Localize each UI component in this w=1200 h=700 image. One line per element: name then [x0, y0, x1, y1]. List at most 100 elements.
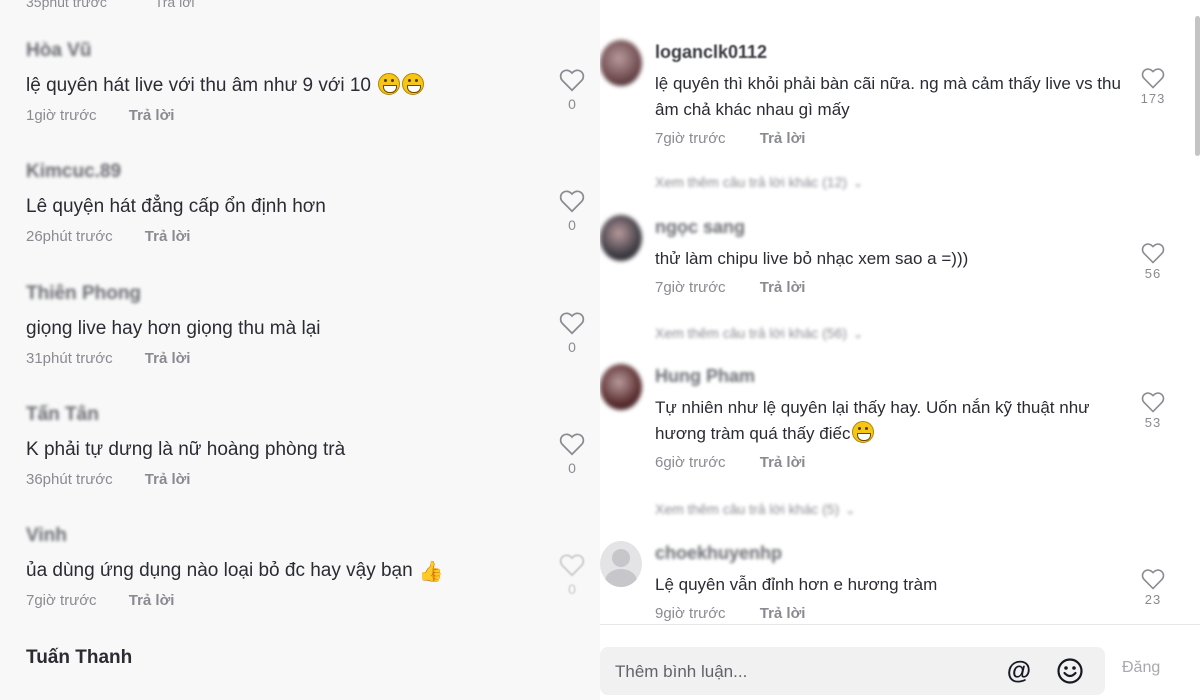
- like-count: 0: [568, 339, 576, 355]
- like-count: 173: [1140, 91, 1166, 106]
- heart-icon: [559, 190, 585, 213]
- comment-item: Hòa Vũ lệ quyên hát live với thu âm như …: [26, 38, 586, 126]
- comment-time: 7giờ trước: [655, 130, 726, 147]
- at-sign-icon[interactable]: @: [1005, 657, 1033, 685]
- chevron-down-icon: ⌄: [853, 176, 864, 190]
- reply-button[interactable]: Trả lời: [129, 592, 175, 609]
- view-more-replies-button[interactable]: Xem thêm câu trả lời khác (5) ⌄: [655, 501, 855, 517]
- like-button[interactable]: 23: [1138, 568, 1168, 607]
- comment-meta: 31phút trước Trả lời: [26, 349, 586, 369]
- comment-username[interactable]: Vinh: [26, 523, 586, 549]
- comment-text: thử làm chipu live bỏ nhạc xem sao a =))…: [655, 249, 969, 268]
- like-count: 0: [568, 460, 576, 476]
- like-button[interactable]: 56: [1138, 242, 1168, 281]
- heart-icon: [559, 554, 585, 577]
- comment-username[interactable]: Kimcuc.89: [26, 159, 586, 185]
- comment-text: giọng live hay hơn giọng thu mà lại: [26, 318, 321, 339]
- comment-body: loganclk0112 lệ quyên thì khỏi phải bàn …: [655, 40, 1125, 149]
- comment-body: choekhuyenhp Lệ quyên vẫn đỉnh hơn e hươ…: [655, 541, 1125, 624]
- post-button[interactable]: Đăng: [1122, 659, 1160, 677]
- avatar[interactable]: [600, 215, 642, 261]
- reply-button[interactable]: Trả lời: [155, 0, 195, 10]
- like-count: 23: [1144, 592, 1162, 607]
- like-count: 56: [1144, 266, 1162, 281]
- thumbs-up-emoji-icon: 👍: [418, 561, 444, 583]
- heart-icon: [559, 69, 585, 92]
- reply-button[interactable]: Trả lời: [129, 107, 175, 124]
- comment-meta: 9giờ trước Trả lời: [655, 604, 1125, 624]
- comment-meta: 7giờ trước Trả lời: [655, 129, 1125, 149]
- comment-item: Tuấn Thanh: [26, 645, 586, 671]
- comment-time: 31phút trước: [26, 350, 113, 367]
- chevron-down-icon: ⌄: [845, 503, 856, 517]
- comment-body: ngọc sang thử làm chipu live bỏ nhạc xem…: [655, 215, 1125, 298]
- flushed-face-emoji-icon: [852, 421, 875, 443]
- comment-text: lệ quyên hát live với thu âm như 9 với 1…: [26, 73, 586, 99]
- heart-icon: [559, 312, 585, 335]
- grinning-face-emoji-icon: [378, 73, 401, 95]
- comment-username[interactable]: choekhuyenhp: [655, 541, 1125, 565]
- comment-item: Tấn Tân K phải tự dưng là nữ hoàng phòng…: [26, 402, 586, 490]
- comment-username[interactable]: Hòa Vũ: [26, 38, 586, 64]
- comment-username[interactable]: Tuấn Thanh: [26, 645, 586, 671]
- comment-text: lệ quyên thì khỏi phải bàn cãi nữa. ng m…: [655, 74, 1121, 119]
- comment-time: 26phút trước: [26, 228, 113, 245]
- avatar[interactable]: [600, 541, 642, 587]
- comment-meta: 26phút trước Trả lời: [26, 227, 586, 247]
- scrollbar-thumb[interactable]: [1195, 16, 1200, 156]
- comment-meta: 36phút trước Trả lời: [26, 470, 586, 490]
- comment-input[interactable]: [615, 659, 995, 685]
- comment-meta: 7giờ trước Trả lời: [26, 591, 586, 611]
- smiley-icon[interactable]: [1056, 657, 1084, 685]
- comment-username[interactable]: loganclk0112: [655, 40, 1125, 64]
- comment-meta: 6giờ trước Trả lời: [655, 453, 1125, 473]
- like-button[interactable]: 173: [1138, 67, 1168, 106]
- chevron-down-icon: ⌄: [853, 327, 864, 341]
- avatar[interactable]: [600, 364, 642, 410]
- comment-text: ủa dùng ứng dụng nào loại bỏ đc hay vậy …: [26, 560, 444, 583]
- like-count: 53: [1144, 415, 1162, 430]
- reply-button[interactable]: Trả lời: [760, 279, 806, 296]
- comment-text: K phải tự dưng là nữ hoàng phòng trà: [26, 439, 346, 460]
- comment-meta: 7giờ trước Trả lời: [655, 278, 1125, 298]
- heart-icon: [1141, 392, 1165, 413]
- comment-text: Lệ quyên vẫn đỉnh hơn e hương tràm: [655, 575, 938, 594]
- reply-button[interactable]: Trả lời: [760, 454, 806, 471]
- right-comment-panel: loganclk0112 lệ quyên thì khỏi phải bàn …: [600, 0, 1200, 700]
- reply-button[interactable]: Trả lời: [145, 471, 191, 488]
- comment-username[interactable]: Hung Pham: [655, 364, 1125, 388]
- view-more-replies-button[interactable]: Xem thêm câu trả lời khác (56) ⌄: [655, 325, 863, 341]
- comment-meta: 1giờ trước Trả lời: [26, 106, 586, 126]
- comment-text: Lê quyện hát đẳng cấp ổn định hơn: [26, 196, 326, 217]
- comment-time: 1giờ trước: [26, 107, 97, 124]
- like-button[interactable]: 0: [558, 189, 586, 233]
- reply-button[interactable]: Trả lời: [760, 130, 806, 147]
- view-more-replies-button[interactable]: Xem thêm câu trả lời khác (12) ⌄: [655, 174, 863, 190]
- like-count: 0: [568, 217, 576, 233]
- like-button[interactable]: 0: [558, 311, 586, 355]
- like-count: 0: [568, 96, 576, 112]
- reply-button[interactable]: Trả lời: [145, 350, 191, 367]
- comment-input-container: @: [600, 647, 1105, 695]
- like-button[interactable]: 0: [558, 68, 586, 112]
- comment-body: Hung Pham Tự nhiên như lệ quyên lại thấy…: [655, 364, 1125, 473]
- comment-time: 35phút trước: [26, 0, 107, 10]
- comment-username[interactable]: Thiên Phong: [26, 281, 586, 307]
- comment-username[interactable]: ngọc sang: [655, 215, 1125, 239]
- comment-time: 6giờ trước: [655, 454, 726, 471]
- comment-time: 36phút trước: [26, 471, 113, 488]
- reply-button[interactable]: Trả lời: [760, 605, 806, 622]
- comment-time: 9giờ trước: [655, 605, 726, 622]
- heart-icon: [1141, 68, 1165, 89]
- comment-bar: @ Đăng: [600, 624, 1200, 700]
- like-button[interactable]: 53: [1138, 391, 1168, 430]
- comment-item: Thiên Phong giọng live hay hơn giọng thu…: [26, 281, 586, 369]
- grinning-face-emoji-icon: [402, 73, 425, 95]
- avatar[interactable]: [600, 40, 642, 86]
- heart-icon: [1141, 243, 1165, 264]
- like-button[interactable]: 0: [558, 432, 586, 476]
- reply-button[interactable]: Trả lời: [145, 228, 191, 245]
- like-button[interactable]: 0: [558, 553, 586, 597]
- comment-username[interactable]: Tấn Tân: [26, 402, 586, 428]
- comment-item: Vinh ủa dùng ứng dụng nào loại bỏ đc hay…: [26, 523, 586, 611]
